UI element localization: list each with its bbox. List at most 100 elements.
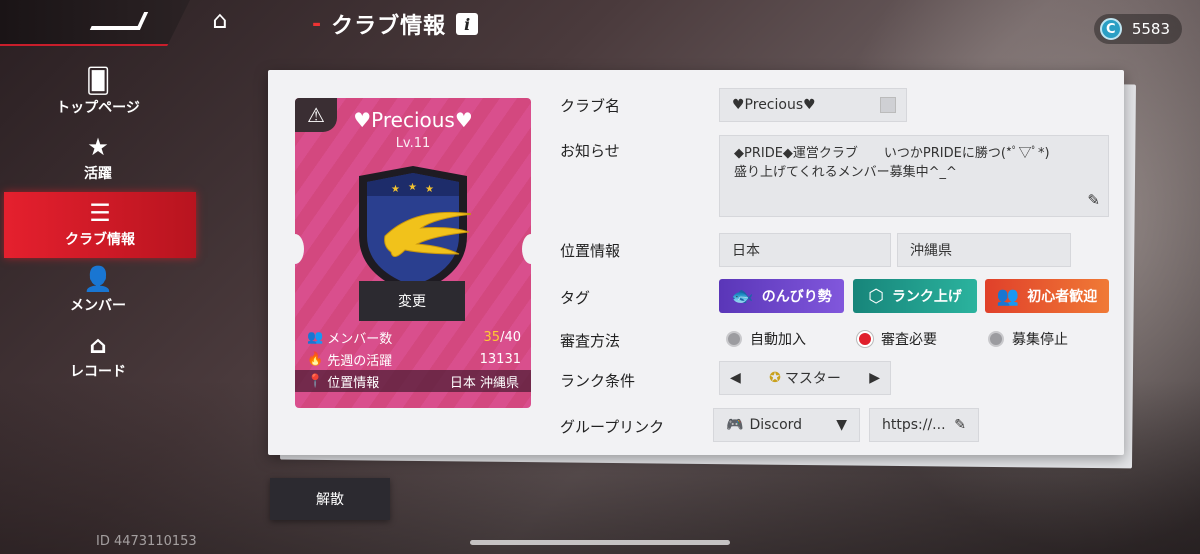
edit-icon[interactable]: ✎ (1087, 191, 1100, 210)
members-icon: 👥 (307, 329, 324, 345)
sidebar-item-label: 活躍 (84, 166, 112, 182)
rank-prev-arrow-icon[interactable]: ◀ (730, 370, 741, 386)
currency-value: 5583 (1131, 20, 1170, 38)
members-stat: 👥 メンバー数 35/40 (307, 326, 521, 348)
master-rank-icon: ✪ (769, 370, 781, 386)
notice-label: お知らせ (560, 142, 620, 160)
location-label: 位置情報 (327, 375, 380, 391)
sidebar-item-members[interactable]: 👤 メンバー (0, 258, 196, 324)
sidebar-item-label: レコード (70, 364, 126, 380)
members-label: メンバー数 (327, 331, 393, 347)
review-label: 審査方法 (560, 332, 621, 350)
sidebar-item-top-page[interactable]: 🂠 トップページ (0, 60, 196, 126)
location-value: 日本 沖縄県 (449, 375, 519, 391)
chevron-down-icon: ▼ (836, 417, 847, 433)
svg-text:★: ★ (408, 182, 417, 193)
club-level: Lv.11 (395, 136, 431, 151)
notice-field[interactable]: ◆PRIDE◆運営クラブ いつかPRIDEに勝つ(*ﾟ▽ﾟ*) 盛り上げてくれる… (719, 135, 1109, 217)
link-service-dropdown[interactable]: 🎮 Discord ▼ (713, 408, 860, 442)
club-card-name: ♥Precious♥ (353, 108, 473, 132)
club-card: ⚠ ♥Precious♥ Lv.11 ★ ★ ★ 変更 👥 メンバー数 35/40… (295, 98, 531, 408)
country-field[interactable]: 日本 (719, 233, 891, 267)
club-name-value: ♥Precious♥ (732, 97, 816, 113)
radio-label: 自動加入 (750, 332, 806, 348)
back-button[interactable] (0, 0, 190, 46)
sidebar-item-label: メンバー (70, 298, 126, 314)
sidebar: 🂠 トップページ ★ 活躍 ☰ クラブ情報 👤 メンバー ⌂ レコード (0, 60, 200, 390)
people-icon: 👥 (996, 285, 1020, 307)
tag-label-text: ランク上げ (891, 289, 962, 305)
radio-label: 募集停止 (1012, 332, 1068, 348)
rank-next-arrow-icon[interactable]: ▶ (869, 370, 880, 386)
rank-value: マスター (784, 371, 841, 387)
group-link-label: グループリンク (560, 418, 665, 436)
radio-dot (726, 331, 742, 347)
star-book-icon: ★ (87, 133, 109, 161)
member-icon: 👤 (83, 265, 113, 293)
sidebar-item-activity[interactable]: ★ 活躍 (0, 126, 196, 192)
sidebar-item-label: クラブ情報 (65, 232, 135, 248)
tag-beginner-welcome[interactable]: 👥 初心者歓迎 (985, 279, 1109, 313)
tag-nonbiri[interactable]: 🐟 のんびり勢 (719, 279, 844, 313)
user-id: ID 4473110153 (96, 534, 197, 549)
card-notch-left (295, 234, 304, 264)
home-icon: ⌂ (212, 6, 228, 34)
title-dash: - (312, 11, 322, 37)
location-pin-icon: 📍 (307, 373, 324, 389)
location-label: 位置情報 (560, 242, 621, 260)
members-current: 35 (483, 329, 501, 345)
location-stat: 📍 位置情報 日本 沖縄県 (295, 370, 531, 392)
sidebar-item-label: トップページ (56, 100, 140, 116)
change-emblem-button[interactable]: 変更 (359, 281, 465, 321)
members-max: /40 (500, 329, 521, 345)
radio-label: 審査必要 (881, 332, 937, 348)
country-value: 日本 (732, 243, 760, 259)
info-icon[interactable]: i (456, 13, 479, 35)
radio-recruit-stopped[interactable]: 募集停止 (988, 329, 1068, 349)
edit-icon[interactable]: ✎ (954, 417, 966, 433)
club-name-label: クラブ名 (560, 97, 621, 115)
card-icon: 🂠 (85, 67, 111, 95)
notice-line-2: 盛り上げてくれるメンバー募集中^_^ (734, 165, 957, 180)
tag-label: タグ (560, 289, 591, 307)
radio-dot (988, 331, 1004, 347)
club-name-field[interactable]: ♥Precious♥ (719, 88, 907, 122)
fish-icon: 🐟 (731, 285, 754, 307)
home-button[interactable]: ⌂ (190, 0, 250, 40)
coin-icon: C (1099, 18, 1122, 40)
radio-dot-selected (857, 331, 873, 347)
card-notch-right (522, 234, 531, 264)
sidebar-item-record[interactable]: ⌂ レコード (0, 324, 196, 390)
discord-icon: 🎮 (726, 417, 744, 433)
prefecture-field[interactable]: 沖縄県 (897, 233, 1071, 267)
notice-line-1: ◆PRIDE◆運営クラブ いつかPRIDEに勝つ(*ﾟ▽ﾟ*) (734, 146, 1050, 161)
home-record-icon: ⌂ (89, 331, 107, 359)
list-icon: ☰ (89, 199, 111, 227)
page-header: - クラブ情報 i (312, 8, 479, 40)
prefecture-value: 沖縄県 (910, 243, 952, 259)
page-title: クラブ情報 (331, 14, 447, 39)
back-arrow-icon (89, 12, 149, 30)
flame-icon: 🔥 (307, 351, 324, 367)
link-service-value: Discord (749, 417, 803, 433)
disband-button[interactable]: 解散 (270, 478, 390, 520)
tag-label-text: のんびり勢 (761, 289, 832, 305)
rank-selector[interactable]: ◀ ✪ マスター ▶ (719, 361, 891, 395)
tag-label-text: 初心者歓迎 (1027, 289, 1098, 305)
svg-text:★: ★ (425, 184, 434, 195)
link-url-field[interactable]: https://... ✎ (869, 408, 979, 442)
svg-text:★: ★ (391, 184, 400, 195)
link-url-value: https://... (882, 417, 946, 433)
radio-auto-join[interactable]: 自動加入 (726, 329, 806, 349)
currency-display[interactable]: C 5583 (1093, 14, 1182, 44)
radio-review-required[interactable]: 審査必要 (857, 329, 937, 349)
club-emblem-icon: ★ ★ ★ (359, 166, 471, 294)
rank-label: ランク条件 (560, 372, 636, 390)
sidebar-item-club-info[interactable]: ☰ クラブ情報 (4, 192, 196, 258)
tag-rank-up[interactable]: ⬡ ランク上げ (853, 279, 977, 313)
edit-square-icon[interactable] (880, 97, 896, 113)
home-indicator[interactable] (470, 540, 730, 545)
activity-stat: 🔥 先週の活躍 13131 (307, 348, 521, 370)
activity-value: 13131 (479, 351, 521, 367)
activity-label: 先週の活躍 (327, 353, 393, 369)
